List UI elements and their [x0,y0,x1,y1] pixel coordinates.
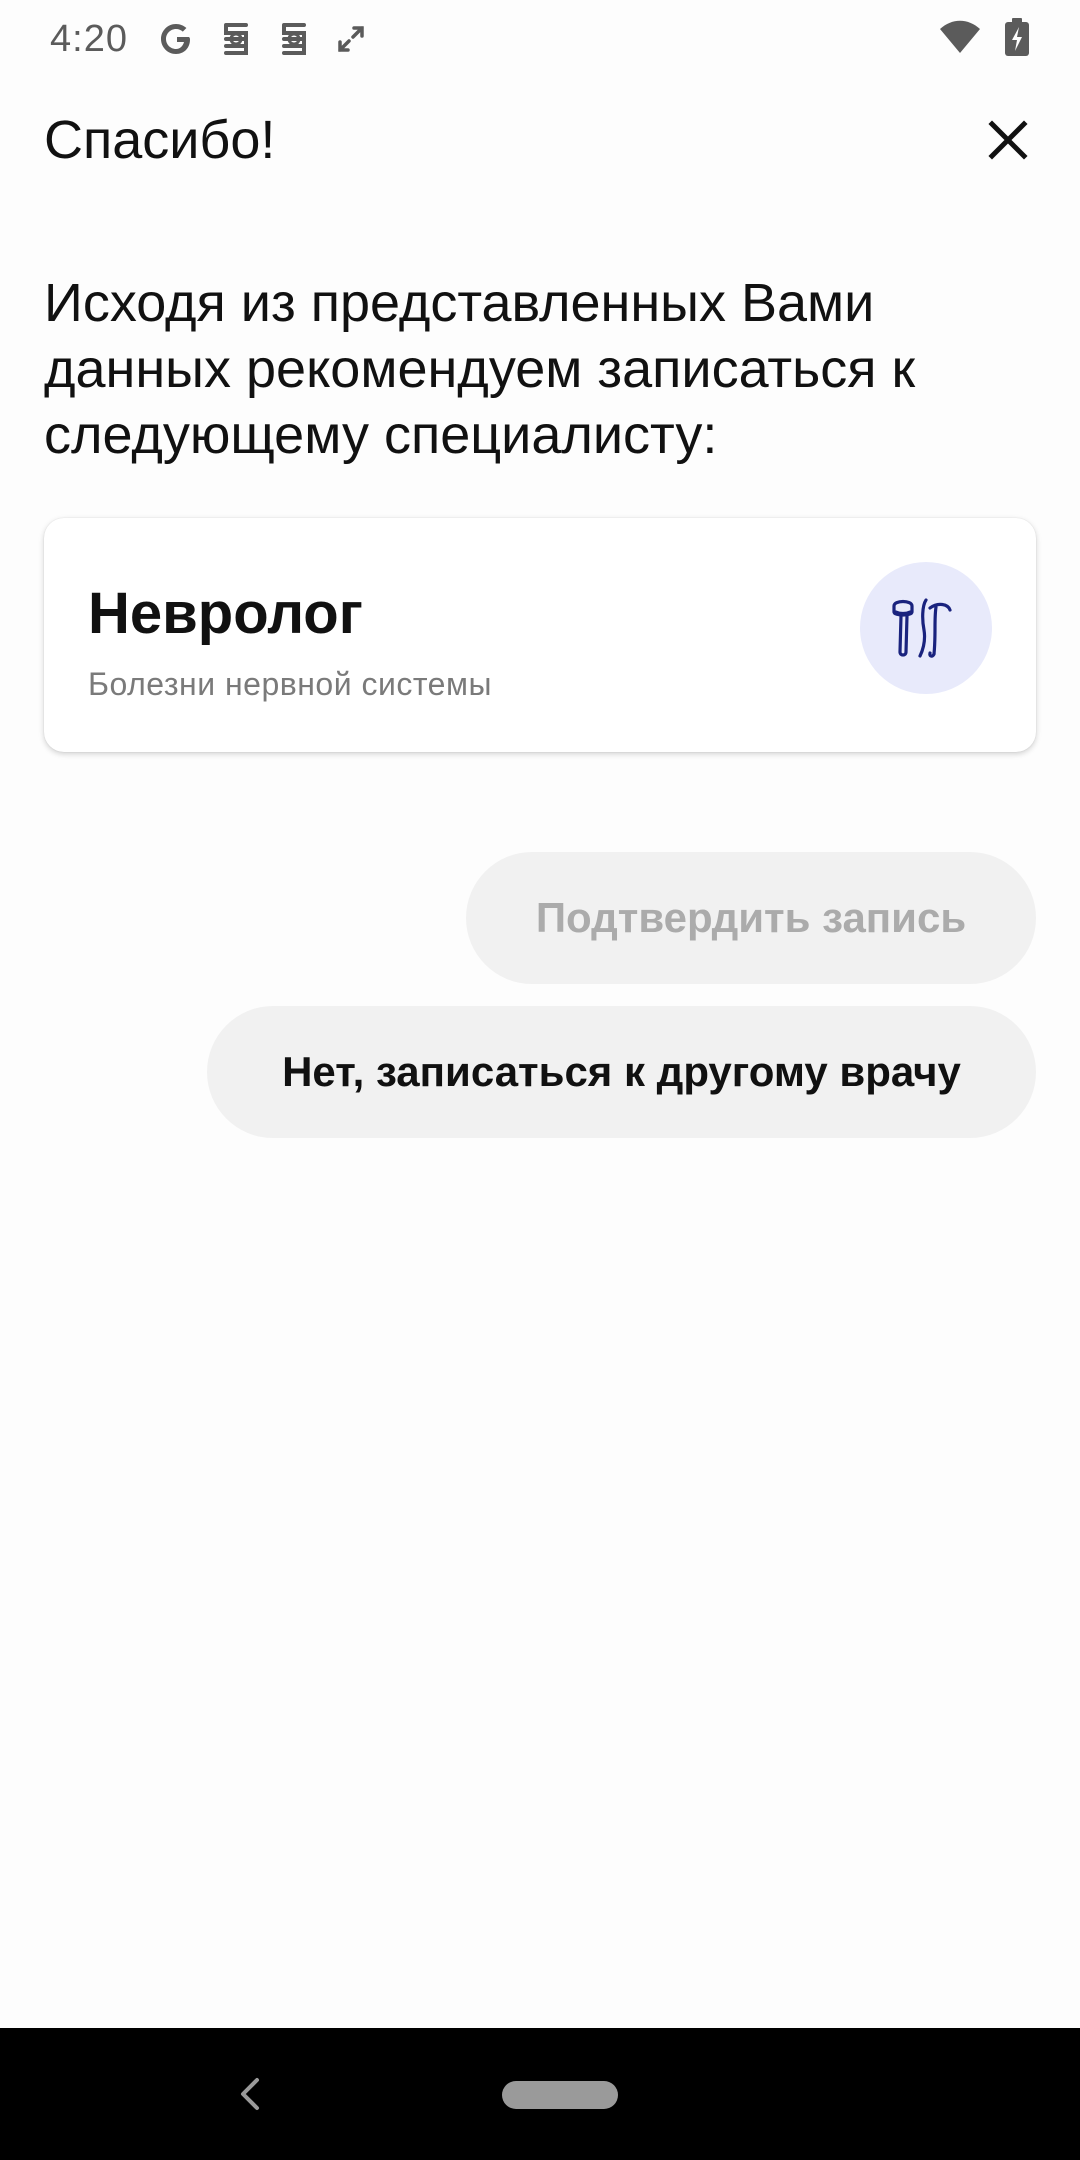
notification-icon [218,19,254,59]
home-pill-icon[interactable] [502,2081,618,2109]
recommendation-text: Исходя из представленных Вами данных рек… [44,273,916,465]
page-title: Спасибо! [44,110,276,170]
close-icon [988,120,1028,160]
navigation-bar [0,2028,1080,2160]
status-time: 4:20 [50,17,128,60]
status-icons-right [938,17,1030,62]
back-chevron-icon [241,2078,259,2110]
specialist-name: Невролог [88,581,363,646]
close-button[interactable] [972,104,1044,176]
specialist-card[interactable]: Невролог Болезни нервной системы [44,518,1036,752]
specialist-icon-badge [860,562,992,694]
status-bar: 4:20 [0,0,1080,78]
notification-icon [276,19,312,59]
nav-back-button[interactable] [220,2064,280,2124]
status-icons-left [156,19,368,59]
confirm-appointment-button[interactable]: Подтвердить запись [466,852,1036,984]
screen: 4:20 Спасибо! Исходя из представленных В… [0,0,1080,2160]
wifi-icon [938,19,982,60]
expand-arrows-icon [334,22,368,56]
book-other-doctor-button[interactable]: Нет, записаться к другому врачу [207,1006,1036,1138]
header: Спасибо! [44,100,1044,180]
book-other-doctor-label: Нет, записаться к другому врачу [282,1048,961,1095]
reflex-hammer-icon [892,598,952,658]
google-icon [156,19,196,59]
battery-charging-icon [1004,17,1030,62]
specialist-description: Болезни нервной системы [88,666,492,702]
confirm-appointment-label: Подтвердить запись [535,894,967,941]
